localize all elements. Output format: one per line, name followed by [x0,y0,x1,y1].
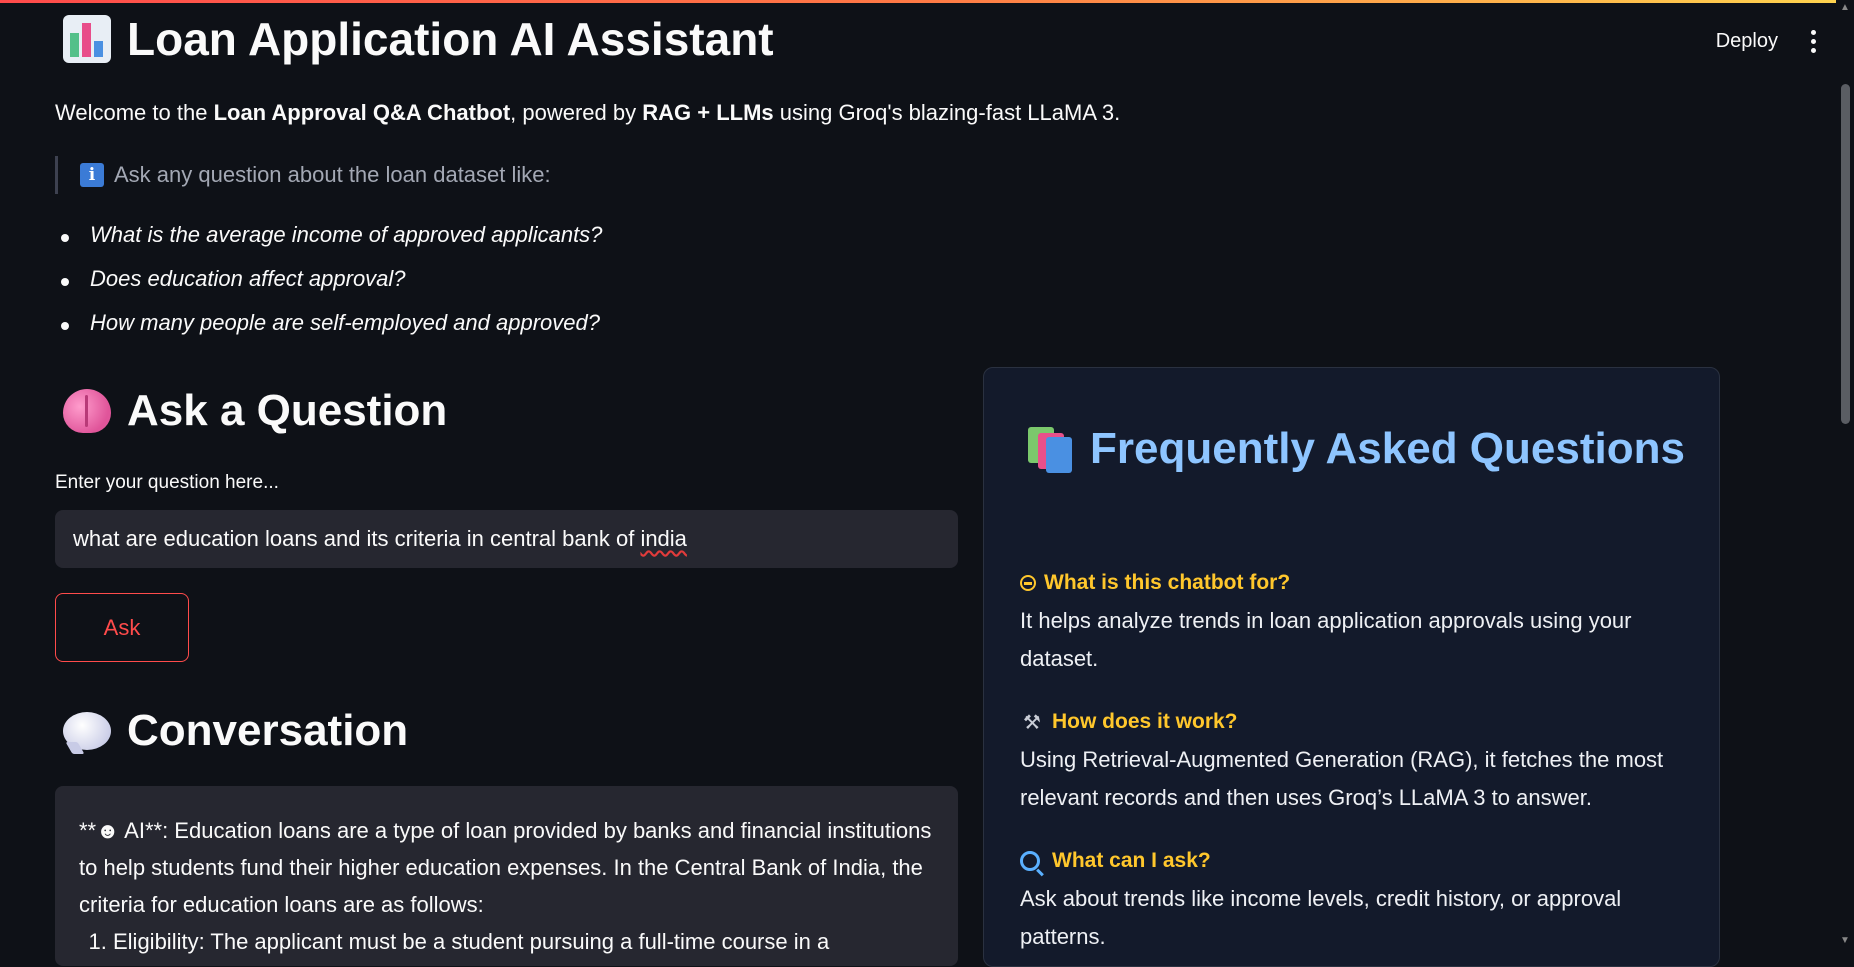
bar-chart-icon [63,15,111,63]
faq-question: What can I ask? [1020,846,1700,876]
scroll-down-arrow-icon[interactable]: ▼ [1840,935,1850,946]
scroll-up-arrow-icon[interactable]: ▲ [1840,2,1850,13]
list-item: What is the average income of approved a… [55,222,602,266]
top-decoration-stripe [0,0,1854,3]
faq-question: What is this chatbot for? [1020,568,1700,598]
faq-item: What is this chatbot for? It helps analy… [1020,568,1700,678]
faq-item: What can I ask? Ask about trends like in… [1020,846,1700,956]
welcome-suffix: using Groq's blazing-fast LLaMA 3. [773,100,1121,125]
faq-answer: Using Retrieval-Augmented Generation (RA… [1020,747,1664,810]
welcome-bold-tech: RAG + LLMs [642,100,774,125]
ai-answer-criteria-list: Eligibility: The applicant must be a stu… [89,923,934,960]
scrollbar-thumb[interactable] [1841,84,1850,424]
list-item: How many people are self-employed and ap… [55,310,602,354]
more-vertical-icon[interactable] [1808,30,1818,53]
faq-answer: It helps analyze trends in loan applicat… [1020,608,1632,671]
faq-question-text: How does it work? [1052,710,1238,733]
hint-text: Ask any question about the loan dataset … [114,162,551,187]
welcome-middle: , powered by [510,100,643,125]
faq-question: ⚒ How does it work? [1020,707,1700,737]
faq-item: ⚒ How does it work? Using Retrieval-Augm… [1020,707,1700,817]
list-item: Eligibility: The applicant must be a stu… [113,923,934,960]
question-input-misspelled-word: india [640,526,687,551]
ai-answer-text: **☻ AI**: Education loans are a type of … [79,818,932,917]
question-input-label: Enter your question here... [55,472,279,493]
brain-icon [63,389,111,433]
faq-heading: Frequently Asked Questions [1024,424,1685,474]
faq-answer: Ask about trends like income levels, cre… [1020,886,1622,949]
hint-blockquote: i Ask any question about the loan datase… [55,156,551,194]
ask-section-title: Ask a Question [127,386,448,435]
faq-question-text: What can I ask? [1052,849,1211,872]
speech-bubble-icon [63,712,111,750]
info-icon: i [80,163,104,187]
welcome-bold-chatbot-name: Loan Approval Q&A Chatbot [213,100,511,125]
faq-card: Frequently Asked Questions What is this … [983,367,1720,967]
books-icon [1024,425,1076,473]
ask-button[interactable]: Ask [55,593,189,662]
magnifier-icon [1020,851,1040,871]
page-title: Loan Application AI Assistant [63,12,774,66]
question-input-value: what are education loans and its criteri… [73,526,641,551]
question-input[interactable]: what are education loans and its criteri… [55,510,958,568]
welcome-prefix: Welcome to the [55,100,214,125]
page-title-text: Loan Application AI Assistant [127,13,774,65]
ask-section-heading: Ask a Question [63,386,447,436]
tools-icon: ⚒ [1023,711,1041,734]
faq-title: Frequently Asked Questions [1090,424,1685,473]
conversation-section-heading: Conversation [63,706,408,756]
header-toolbar: Deploy [1716,30,1818,53]
faq-question-text: What is this chatbot for? [1044,571,1291,594]
page-scrollbar[interactable]: ▲ ▼ [1836,0,1854,948]
ai-answer-message: **☻ AI**: Education loans are a type of … [55,786,958,966]
list-item: Does education affect approval? [55,266,602,310]
deploy-button[interactable]: Deploy [1716,30,1778,53]
conversation-section-title: Conversation [127,706,409,755]
robot-icon [1020,575,1036,591]
welcome-text: Welcome to the Loan Approval Q&A Chatbot… [55,100,1120,126]
example-questions-list: What is the average income of approved a… [55,222,602,354]
